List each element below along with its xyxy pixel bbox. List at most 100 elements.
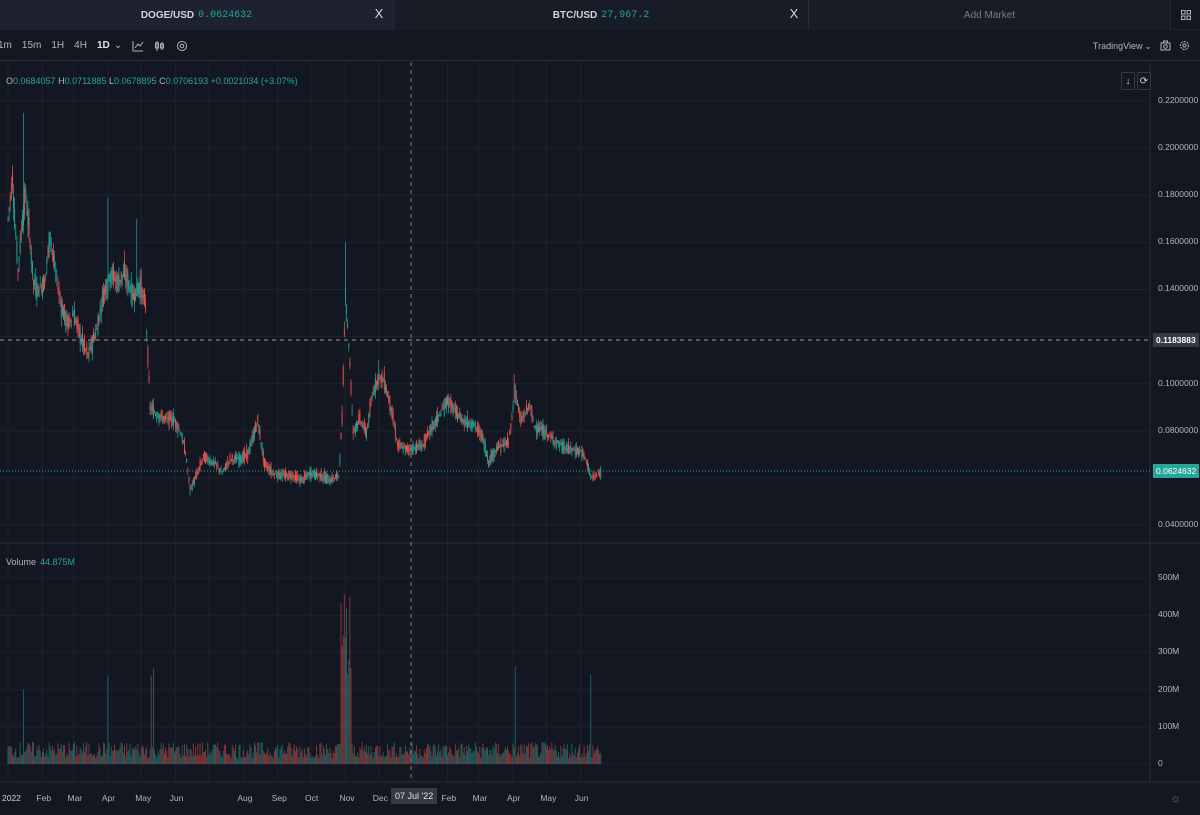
candle-body xyxy=(162,415,164,423)
tab-doge-usd[interactable]: DOGE/USD 0.0624632 X xyxy=(0,0,393,30)
volume-bar xyxy=(367,753,369,764)
volume-bar xyxy=(348,659,350,764)
volume-bar xyxy=(185,756,187,764)
tab-btc-usd[interactable]: BTC/USD 27,967.2 X xyxy=(393,0,808,30)
volume-bar xyxy=(83,743,84,764)
layout-grid-icon[interactable] xyxy=(1170,0,1200,30)
candle-body xyxy=(339,455,341,464)
timeframe-1m[interactable]: 1m xyxy=(0,40,12,51)
candle-body xyxy=(481,430,483,441)
close-icon[interactable]: X xyxy=(373,7,385,20)
camera-icon[interactable] xyxy=(1160,40,1171,53)
volume-bar xyxy=(214,744,215,764)
volume-bar xyxy=(160,743,162,764)
volume-bar xyxy=(196,754,198,764)
candle-body xyxy=(404,444,406,454)
candle-body xyxy=(527,407,528,411)
candle-body xyxy=(366,430,367,439)
volume-bar xyxy=(240,756,242,764)
chevron-down-icon[interactable]: ⌄ xyxy=(1144,41,1152,52)
sun-icon[interactable]: ☼ xyxy=(1170,791,1181,805)
timeframe-1h[interactable]: 1H xyxy=(51,40,64,51)
provider-label[interactable]: TradingView xyxy=(1093,41,1143,51)
candle-body xyxy=(84,337,86,353)
volume-bar xyxy=(252,752,254,764)
candle-body xyxy=(530,404,532,411)
volume-bar xyxy=(231,744,233,764)
candle-body xyxy=(236,456,238,463)
settings-icon[interactable] xyxy=(176,40,188,52)
candle-body xyxy=(330,478,332,482)
candle-body xyxy=(433,420,435,429)
volume-bar xyxy=(165,747,167,764)
candle-body xyxy=(342,367,344,385)
volume-bar xyxy=(510,753,512,764)
time-axis-label: Dec xyxy=(372,793,388,803)
volume-bar xyxy=(46,749,48,764)
volume-bar xyxy=(329,747,331,764)
scroll-down-icon[interactable]: ↓ xyxy=(1121,72,1135,90)
candle-body xyxy=(482,435,484,442)
candle-body xyxy=(332,475,334,481)
candle-body xyxy=(376,381,377,387)
timeframe-15m[interactable]: 15m xyxy=(22,40,41,51)
volume-bar xyxy=(269,751,271,764)
candle-body xyxy=(436,416,437,427)
chevron-down-icon[interactable]: ⌄ xyxy=(114,40,122,51)
candle-body xyxy=(152,404,154,419)
candle-body xyxy=(221,472,223,475)
chart-type-icon[interactable] xyxy=(132,40,144,52)
time-axis-label: Jun xyxy=(169,793,184,803)
volume-bar xyxy=(24,752,26,764)
close-icon[interactable]: X xyxy=(788,7,800,20)
candle-body xyxy=(335,474,336,480)
candle-body xyxy=(237,456,239,460)
volume-bar xyxy=(452,755,454,764)
candle-body xyxy=(36,283,38,301)
volume-bar xyxy=(578,748,579,764)
candle-body xyxy=(542,424,544,438)
candle-body xyxy=(78,324,80,337)
candle-body xyxy=(598,472,599,475)
candle-body xyxy=(238,454,240,466)
indicators-icon[interactable] xyxy=(154,40,166,52)
time-axis-label: Nov xyxy=(339,793,355,803)
timeframe-4h[interactable]: 4H xyxy=(74,40,87,51)
candle-body xyxy=(534,425,536,428)
candle-body xyxy=(240,455,242,464)
candle-body xyxy=(451,402,453,409)
gear-icon[interactable] xyxy=(1179,40,1190,53)
candle-body xyxy=(398,440,400,450)
tab-symbol: DOGE/USD xyxy=(140,9,195,21)
add-market-button[interactable]: Add Market xyxy=(808,0,1170,30)
volume-bar xyxy=(177,746,179,764)
volume-bar xyxy=(491,754,493,764)
timeframe-1d[interactable]: 1D xyxy=(97,40,110,51)
volume-bar xyxy=(455,750,457,764)
volume-bar xyxy=(96,755,98,764)
candle-body xyxy=(353,428,355,430)
candle-body xyxy=(517,399,518,406)
candle-body xyxy=(444,398,446,409)
volume-bar xyxy=(430,750,432,764)
volume-bar xyxy=(497,753,498,764)
volume-bar xyxy=(28,743,30,764)
reset-chart-icon[interactable]: ⟳ xyxy=(1137,72,1151,90)
volume-bar xyxy=(393,742,395,764)
volume-bar xyxy=(218,749,220,764)
volume-bar xyxy=(41,751,43,764)
candle-body xyxy=(48,232,50,258)
volume-bar xyxy=(528,743,530,764)
volume-bar xyxy=(267,747,269,764)
candle-body xyxy=(291,473,293,479)
volume-bar xyxy=(498,744,500,764)
price-chart[interactable] xyxy=(0,0,1200,815)
candle-body xyxy=(96,327,98,330)
volume-bar xyxy=(119,747,121,764)
candle-body xyxy=(300,477,302,484)
candle-body xyxy=(514,385,516,399)
chart-overlay xyxy=(0,62,1150,782)
volume-bar xyxy=(312,757,314,764)
candle-body xyxy=(327,473,329,481)
candle-body xyxy=(118,274,120,292)
